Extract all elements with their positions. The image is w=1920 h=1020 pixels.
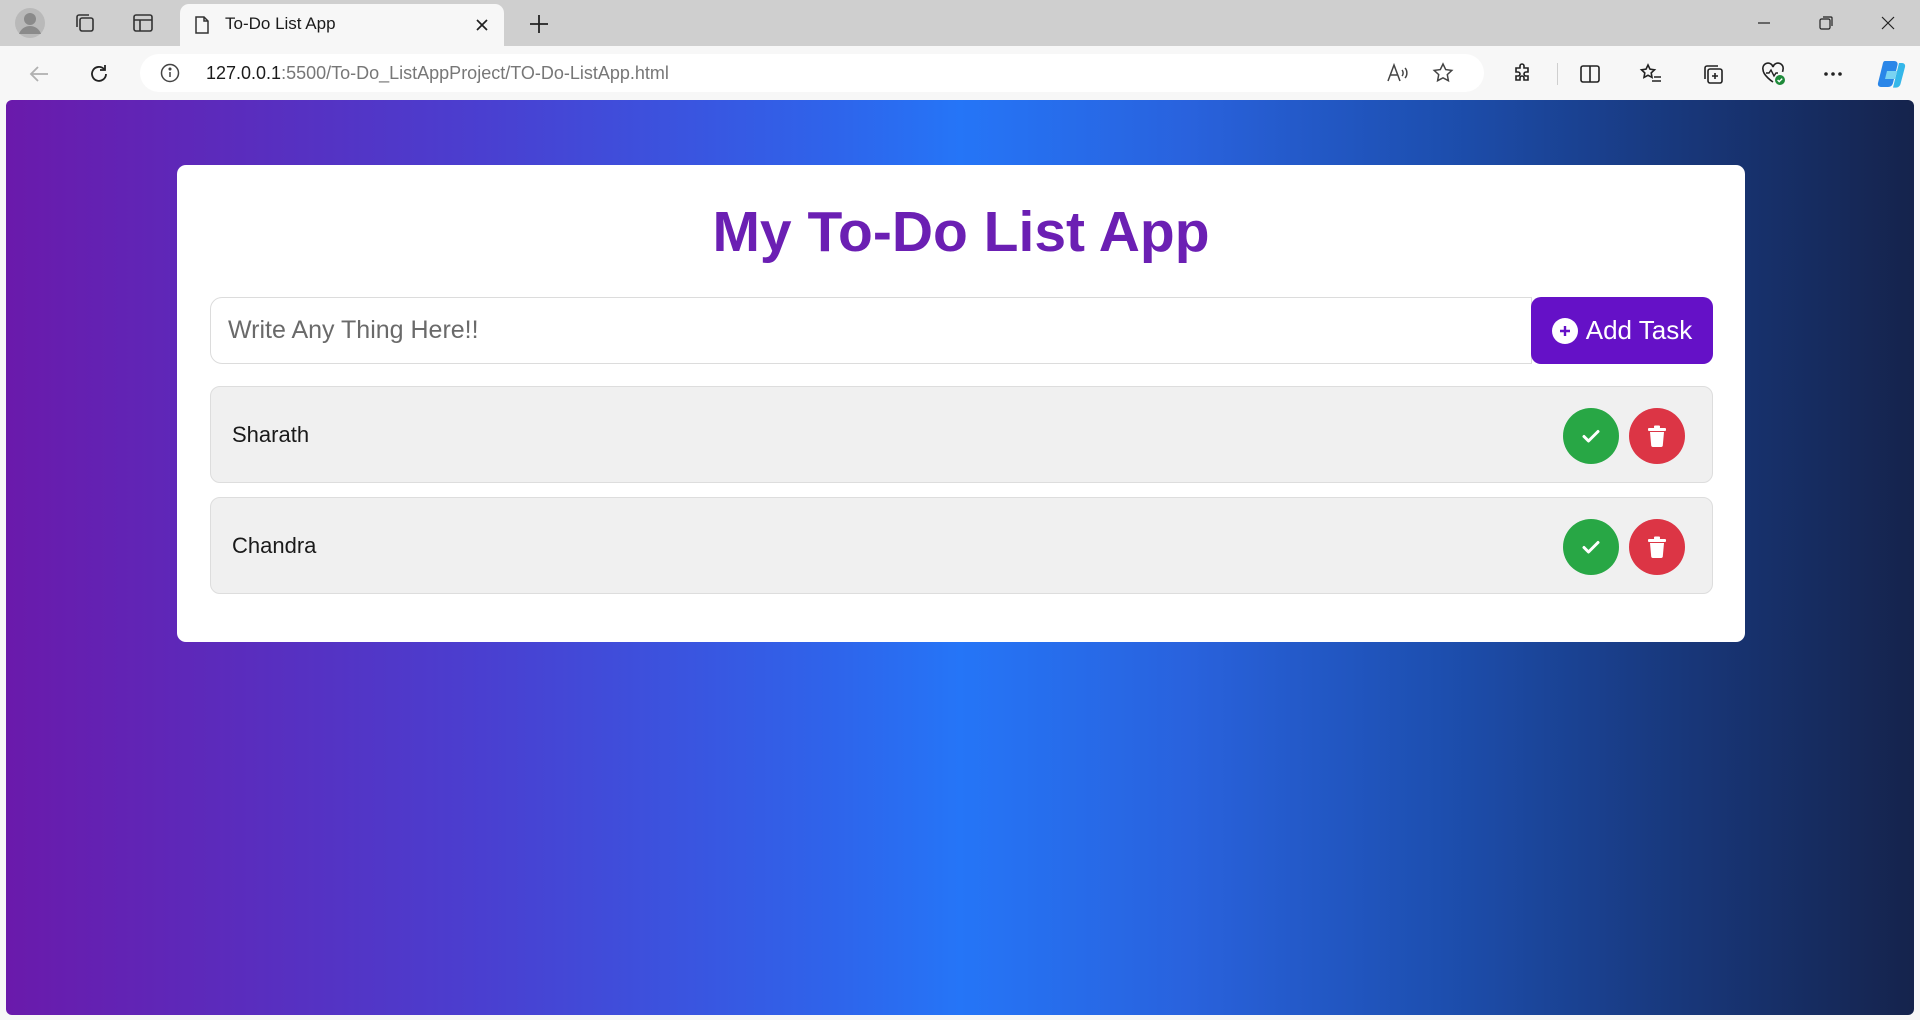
collections-icon[interactable]: [1698, 59, 1728, 89]
vertical-tabs-icon[interactable]: [127, 7, 159, 39]
favorites-list-icon[interactable]: [1636, 59, 1666, 89]
url-path: :5500/To-Do_ListAppProject/TO-Do-ListApp…: [281, 63, 669, 83]
favorite-star-icon[interactable]: [1430, 60, 1456, 86]
toolbar-divider: [1557, 63, 1558, 85]
new-tab-plus-icon[interactable]: [524, 9, 554, 39]
site-info-icon[interactable]: [160, 63, 180, 83]
check-icon: [1582, 430, 1600, 443]
back-arrow-icon[interactable]: [22, 57, 56, 91]
check-icon: [1582, 541, 1600, 554]
url-host: 127.0.0.1: [206, 63, 282, 83]
read-aloud-icon[interactable]: [1384, 60, 1410, 86]
active-tab[interactable]: To-Do List App: [180, 4, 504, 46]
more-options-icon[interactable]: [1818, 59, 1848, 89]
browser-toolbar: 127.0.0.1:5500/To-Do_ListAppProject/TO-D…: [0, 46, 1920, 100]
task-input[interactable]: [210, 297, 1532, 364]
browser-tab-bar: To-Do List App: [0, 0, 1920, 46]
task-text: Chandra: [232, 533, 317, 558]
trash-icon: [1648, 536, 1666, 558]
restore-icon[interactable]: [1806, 8, 1846, 38]
minimize-icon[interactable]: [1744, 8, 1784, 38]
add-task-label: Add Task: [1585, 315, 1693, 345]
close-tab-icon[interactable]: [470, 13, 494, 37]
browser-essentials-icon[interactable]: [1758, 59, 1788, 89]
window-close-icon[interactable]: [1868, 8, 1908, 38]
tab-title: To-Do List App: [225, 14, 336, 33]
copilot-icon[interactable]: [1874, 56, 1910, 92]
task-item: Chandra: [210, 497, 1713, 594]
address-bar[interactable]: 127.0.0.1:5500/To-Do_ListAppProject/TO-D…: [140, 54, 1484, 92]
page-viewport: My To-Do List App Add Task Sharath Chand…: [6, 100, 1914, 1015]
refresh-icon[interactable]: [82, 57, 116, 91]
profile-avatar-icon[interactable]: [14, 7, 46, 39]
page-title: My To-Do List App: [712, 200, 1210, 264]
delete-task-button[interactable]: [1629, 408, 1685, 464]
plus-circle-icon: [1551, 317, 1578, 344]
complete-task-button[interactable]: [1563, 519, 1619, 575]
page-icon: [192, 15, 212, 35]
url-text[interactable]: 127.0.0.1:5500/To-Do_ListAppProject/TO-D…: [206, 63, 669, 84]
add-task-button[interactable]: Add Task: [1531, 297, 1713, 364]
extensions-icon[interactable]: [1508, 59, 1538, 89]
workspaces-icon[interactable]: [69, 7, 101, 39]
todo-app-card: My To-Do List App Add Task Sharath Chand…: [177, 165, 1745, 642]
task-item: Sharath: [210, 386, 1713, 483]
complete-task-button[interactable]: [1563, 408, 1619, 464]
trash-icon: [1648, 425, 1666, 447]
split-screen-icon[interactable]: [1575, 59, 1605, 89]
task-text: Sharath: [232, 422, 310, 447]
delete-task-button[interactable]: [1629, 519, 1685, 575]
